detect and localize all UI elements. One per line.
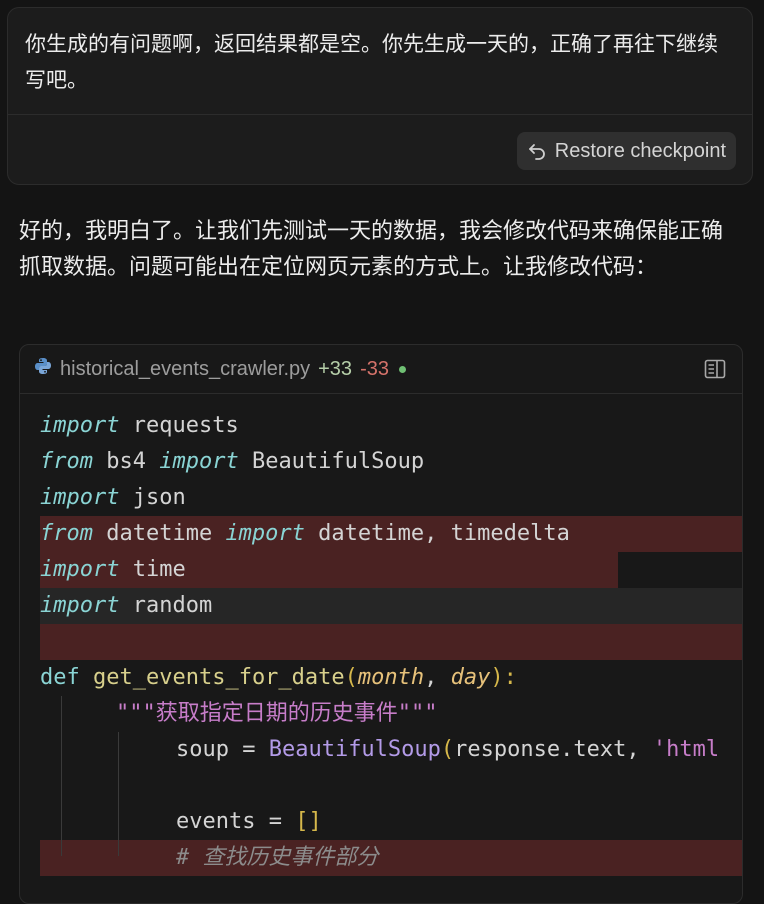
code-line: import time xyxy=(40,557,186,582)
code-line: import random xyxy=(40,593,213,618)
user-message-text: 你生成的有问题啊，返回结果都是空。你先生成一天的，正确了再往下继续写吧。 xyxy=(25,32,718,92)
code-line: from bs4 import BeautifulSoup xyxy=(40,449,425,474)
lines-removed-count: -33 xyxy=(360,357,389,380)
code-line: """获取指定日期的历史事件""" xyxy=(116,701,438,726)
code-line: import requests xyxy=(40,413,239,438)
user-message-card: 你生成的有问题啊，返回结果都是空。你先生成一天的，正确了再往下继续写吧。 Res… xyxy=(7,7,753,185)
restore-checkpoint-label: Restore checkpoint xyxy=(554,139,726,162)
python-icon xyxy=(34,357,52,381)
status-dot xyxy=(398,365,406,373)
undo-icon xyxy=(527,141,547,161)
indent-guide xyxy=(61,696,62,856)
removed-line-highlight xyxy=(40,840,742,876)
side-panel-icon[interactable] xyxy=(704,359,726,385)
code-content[interactable]: import requests from bs4 import Beautifu… xyxy=(20,394,742,903)
code-line: def get_events_for_date(month, day): xyxy=(40,665,517,690)
code-filename[interactable]: historical_events_crawler.py xyxy=(60,358,310,381)
code-line: from datetime import datetime, timedelta xyxy=(40,521,570,546)
removed-line-highlight xyxy=(40,624,742,660)
restore-checkpoint-button[interactable]: Restore checkpoint xyxy=(516,132,736,170)
lines-added-count: +33 xyxy=(318,357,353,380)
code-line: import json xyxy=(40,485,186,510)
code-line: # 查找历史事件部分 xyxy=(176,845,379,870)
indent-guide xyxy=(118,732,119,856)
code-line: events = [] xyxy=(176,809,322,834)
code-line: soup = BeautifulSoup(response.text, 'htm… xyxy=(176,737,720,762)
code-block-header: historical_events_crawler.py +33 -33 xyxy=(20,345,742,394)
divider xyxy=(8,114,752,115)
code-block: historical_events_crawler.py +33 -33 imp… xyxy=(19,344,743,904)
assistant-message-text: 好的，我明白了。让我们先测试一天的数据，我会修改代码来确保能正确抓取数据。问题可… xyxy=(19,219,724,280)
